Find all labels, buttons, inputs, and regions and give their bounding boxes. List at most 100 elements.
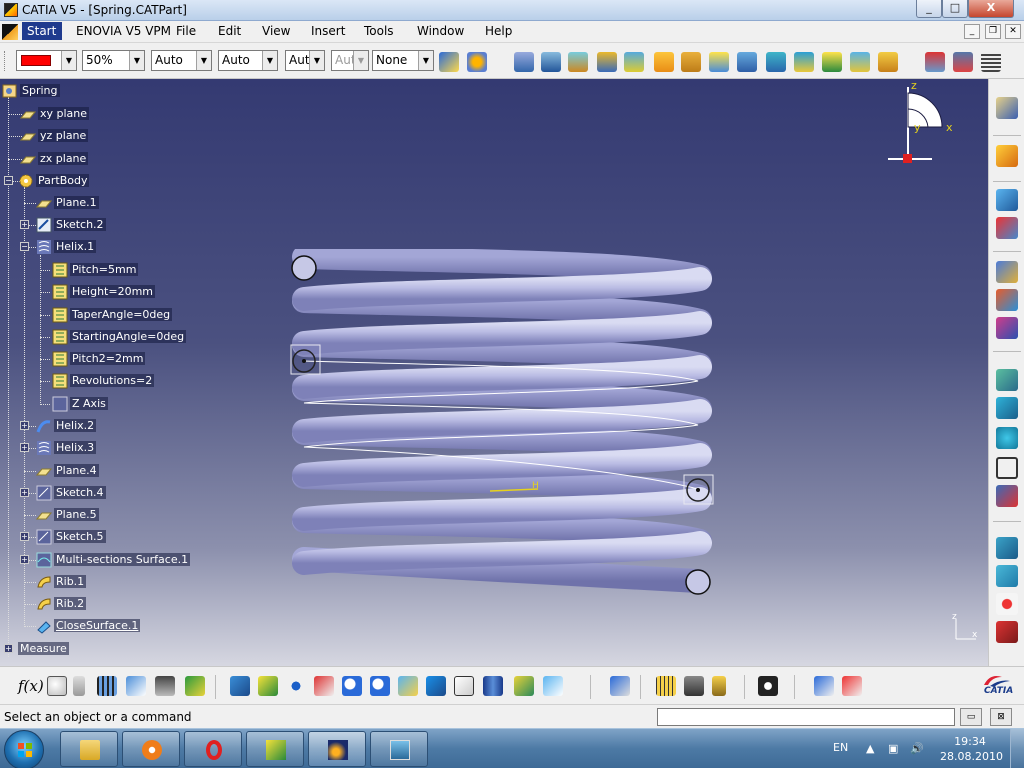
chevron-down-icon[interactable]: ▼ (61, 51, 76, 70)
language-indicator[interactable]: EN (833, 741, 848, 754)
blend-icon[interactable] (709, 52, 729, 72)
transparency-dropdown[interactable]: 50% ▼ (82, 50, 145, 71)
power-input-field[interactable] (657, 708, 955, 726)
update-icon[interactable] (610, 676, 630, 696)
menu-tools[interactable]: Tools (364, 24, 394, 38)
table-icon[interactable] (97, 676, 117, 696)
camera-icon[interactable] (758, 676, 778, 696)
formula-icon[interactable]: f(x) (18, 677, 44, 695)
power-input-search-button[interactable]: ⊠ (990, 708, 1012, 726)
menu-start[interactable]: Start (22, 22, 62, 40)
chevron-down-icon[interactable]: ▼ (196, 51, 211, 70)
measure-inertia-icon[interactable] (712, 676, 726, 696)
tree-structure-icon[interactable] (126, 676, 146, 696)
taskbar-explorer[interactable] (60, 731, 118, 767)
windows-start-button[interactable] (4, 730, 44, 768)
projection-icon[interactable] (996, 317, 1018, 339)
knowledge-icon[interactable] (73, 676, 85, 696)
layer-dropdown[interactable]: None ▼ (372, 50, 434, 71)
view-mode-icon[interactable] (814, 676, 834, 696)
normal-view-icon[interactable] (398, 676, 418, 696)
measure-item-icon[interactable] (684, 676, 704, 696)
boundary-icon[interactable] (794, 52, 814, 72)
menu-insert[interactable]: Insert (311, 24, 345, 38)
collapse-icon[interactable]: − (4, 176, 13, 185)
network-icon[interactable]: ▣ (888, 742, 902, 756)
show-hidden-icons[interactable]: ▲ (866, 742, 880, 756)
lock-icon[interactable] (155, 676, 175, 696)
menu-enovia[interactable]: ENOVIA V5 VPM (76, 24, 171, 38)
doc-restore-button[interactable]: ❐ (985, 24, 1001, 39)
menu-help[interactable]: Help (485, 24, 512, 38)
xyz-axis-icon[interactable] (996, 217, 1018, 239)
menu-file[interactable]: File (176, 24, 196, 38)
compass-icon[interactable]: z x y (880, 79, 960, 169)
offset-icon[interactable] (597, 52, 617, 72)
document-icon[interactable] (2, 24, 18, 40)
toolbar-grip[interactable] (4, 51, 7, 71)
select-arrow-icon[interactable] (996, 145, 1018, 167)
revolve-icon[interactable] (541, 52, 561, 72)
workbench-icon[interactable] (996, 97, 1018, 119)
pan-icon[interactable] (286, 676, 306, 696)
linetype-dropdown[interactable]: Auto ▼ (151, 50, 212, 71)
join-icon[interactable] (737, 52, 757, 72)
zoom-in-icon[interactable] (342, 676, 362, 696)
expand-icon[interactable]: + (20, 488, 29, 497)
expand-icon[interactable]: + (20, 532, 29, 541)
surface-tool-icon[interactable] (996, 537, 1018, 559)
lighting-icon[interactable] (842, 676, 862, 696)
reactions-icon[interactable] (185, 676, 205, 696)
menu-window[interactable]: Window (417, 24, 464, 38)
translate-icon[interactable] (850, 52, 870, 72)
chevron-down-icon[interactable]: ▼ (418, 51, 433, 70)
circle-icon[interactable] (996, 369, 1018, 391)
doc-close-button[interactable]: ✕ (1005, 24, 1021, 39)
color-dropdown[interactable]: ▼ (16, 50, 77, 71)
fit-all-icon[interactable] (258, 676, 278, 696)
taskbar-media-player[interactable] (122, 731, 180, 767)
taskbar-opera[interactable] (184, 731, 242, 767)
chevron-down-icon[interactable]: ▼ (129, 51, 144, 70)
iso-view-icon[interactable] (454, 676, 474, 696)
sweep-icon[interactable] (624, 52, 644, 72)
menu-edit[interactable]: Edit (218, 24, 241, 38)
expand-icon[interactable]: + (20, 555, 29, 564)
3d-viewport[interactable]: Spring xy plane yz plane zx plane − Part… (0, 79, 988, 666)
chevron-down-icon[interactable]: ▼ (309, 51, 324, 70)
expand-icon[interactable]: + (20, 421, 29, 430)
maximize-button[interactable]: □ (942, 0, 968, 18)
fly-icon[interactable] (230, 676, 250, 696)
extract-icon[interactable] (822, 52, 842, 72)
expand-icon[interactable]: + (4, 644, 13, 653)
multi-view-icon[interactable] (426, 676, 446, 696)
point-symbol-dropdown[interactable]: Aut ▼ (285, 50, 325, 71)
spline-icon[interactable] (996, 397, 1018, 419)
pattern-icon[interactable] (996, 593, 1018, 615)
thickness-dropdown[interactable]: Auto ▼ (218, 50, 278, 71)
taskbar-catia[interactable] (308, 731, 366, 767)
split-icon[interactable] (766, 52, 786, 72)
catia-app-icon[interactable] (4, 3, 18, 17)
sweep-tool-icon[interactable] (996, 565, 1018, 587)
sphere-icon[interactable] (568, 52, 588, 72)
painter-icon[interactable] (439, 52, 459, 72)
multisection-icon[interactable] (681, 52, 701, 72)
plane-tool-icon[interactable] (996, 289, 1018, 311)
volume-icon[interactable]: 🔊 (910, 742, 924, 756)
expand-icon[interactable]: + (20, 220, 29, 229)
fly-mode-icon[interactable] (925, 52, 945, 72)
expand-icon[interactable]: + (20, 443, 29, 452)
rotate-icon[interactable] (314, 676, 334, 696)
line-icon[interactable] (996, 261, 1018, 283)
collapse-icon[interactable]: − (20, 242, 29, 251)
extrude-icon[interactable] (514, 52, 534, 72)
wireframe-cube-icon[interactable] (996, 621, 1018, 643)
helix-tool-icon[interactable] (996, 485, 1018, 507)
measure-between-icon[interactable] (656, 676, 676, 696)
zoom-out-icon[interactable] (370, 676, 390, 696)
graphic-properties-wizard-icon[interactable] (467, 52, 487, 72)
show-desktop-button[interactable] (1010, 729, 1024, 768)
chevron-down-icon[interactable]: ▼ (262, 51, 277, 70)
fill-icon[interactable] (654, 52, 674, 72)
